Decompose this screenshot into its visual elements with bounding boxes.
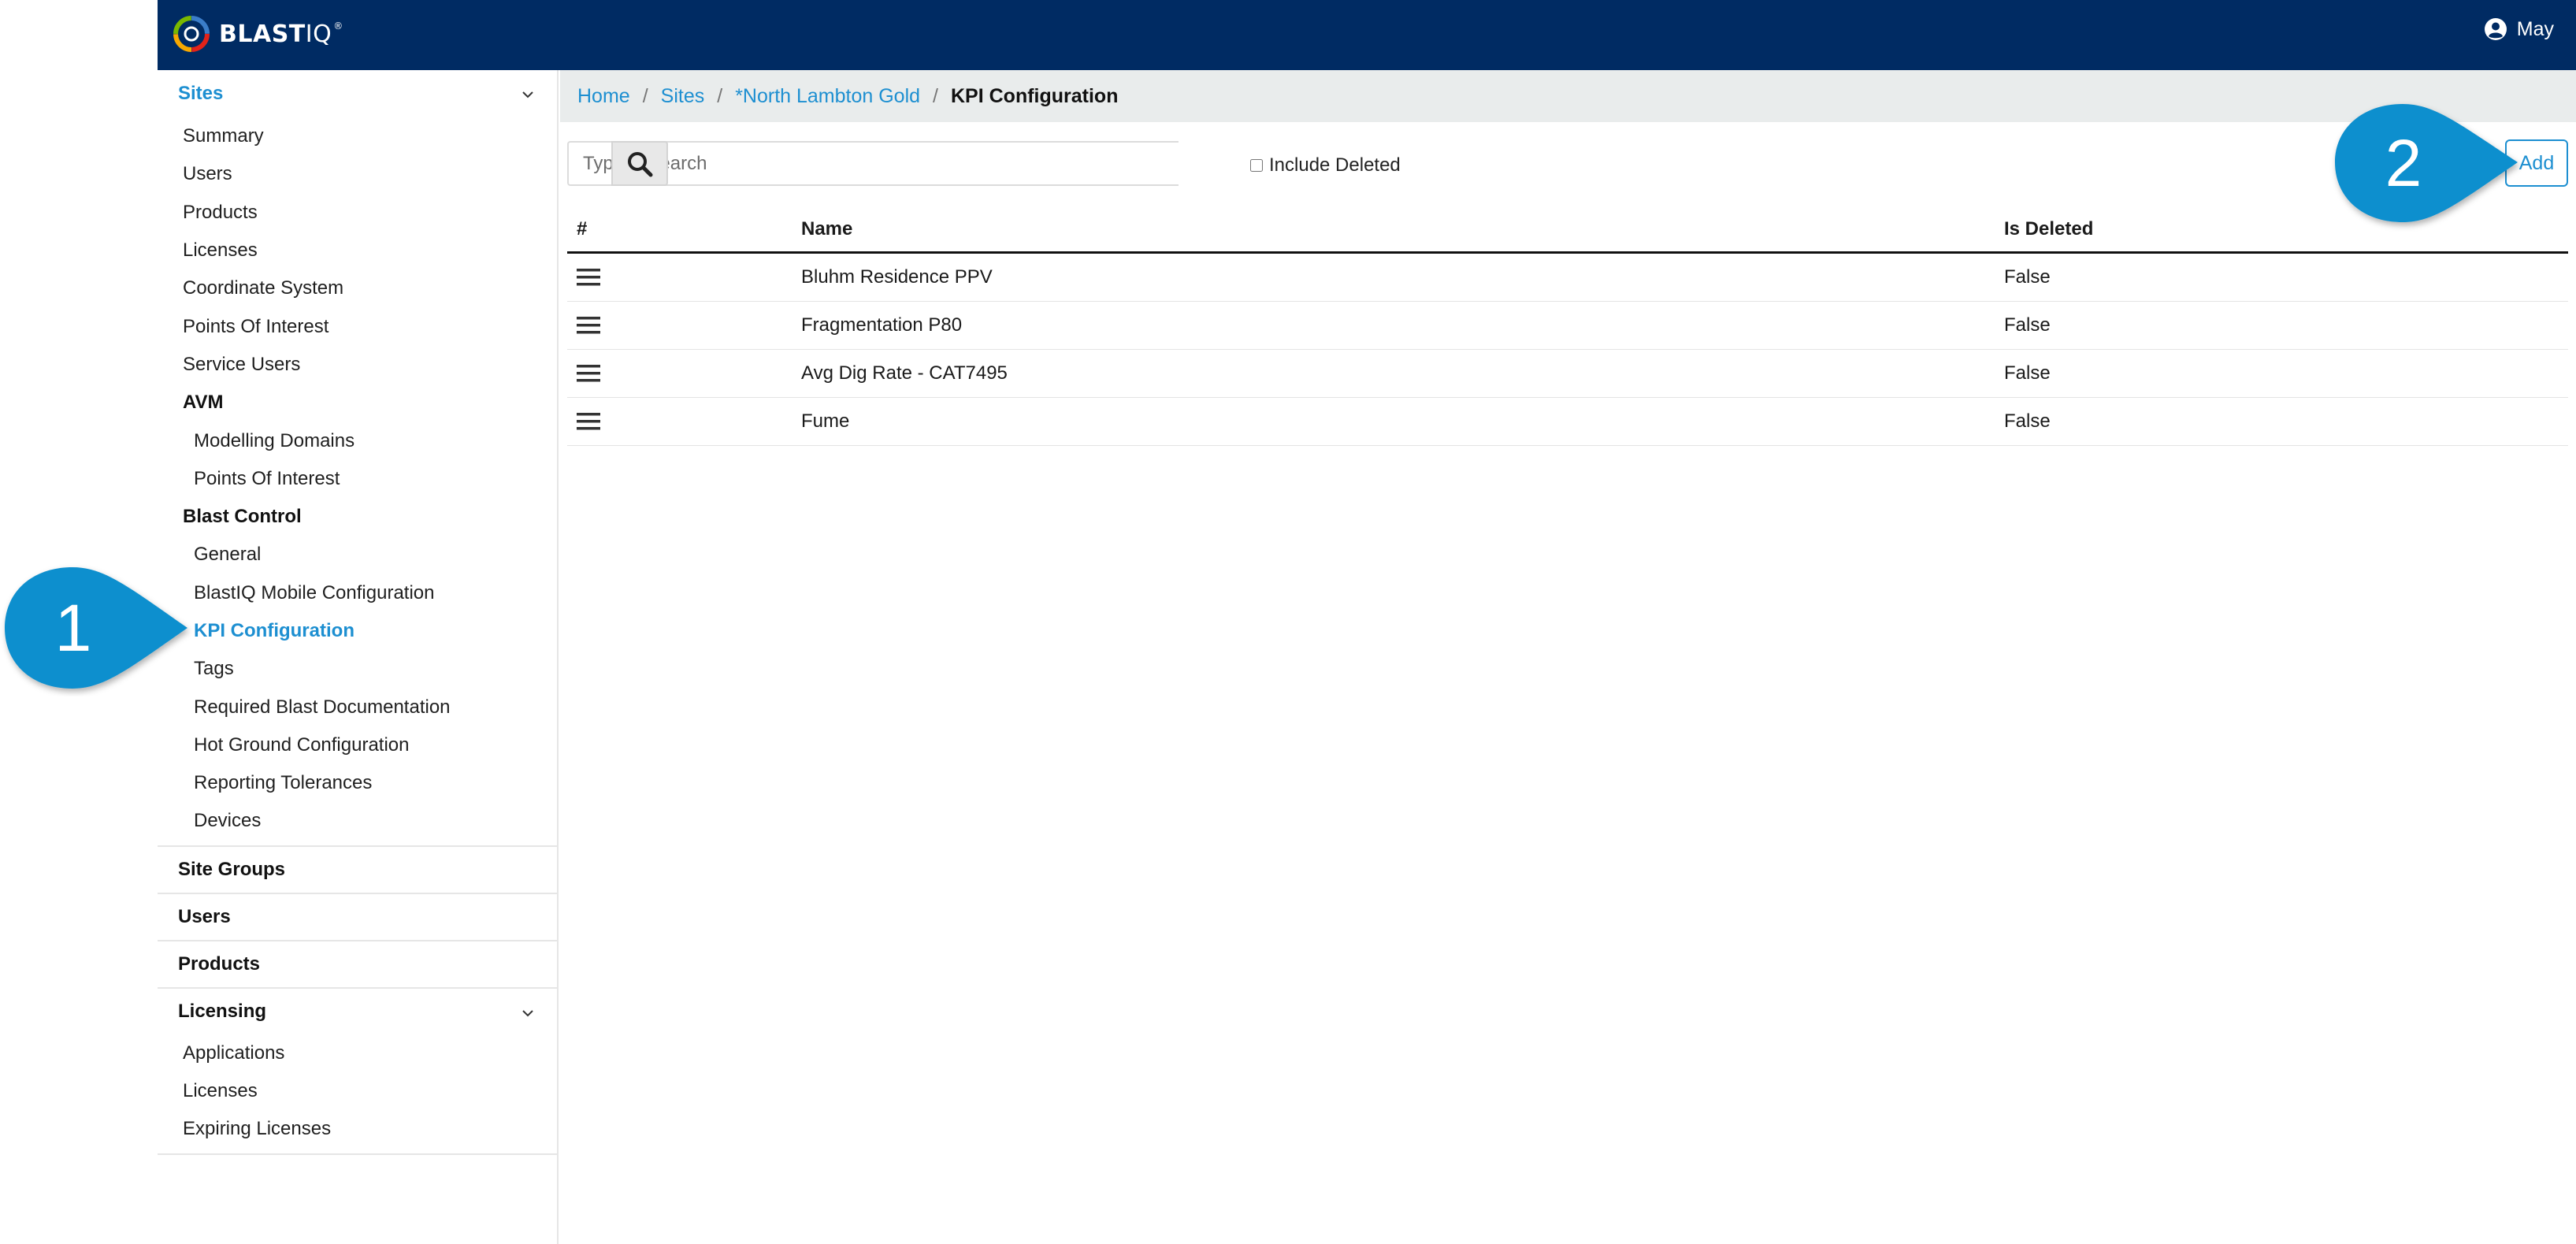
chevron-down-icon[interactable] (521, 87, 535, 102)
sidebar-item-avm-points-of-interest[interactable]: Points Of Interest (158, 460, 557, 498)
breadcrumb-site[interactable]: *North Lambton Gold (735, 85, 920, 108)
menu-icon[interactable] (577, 316, 600, 335)
row-name: Fragmentation P80 (801, 314, 963, 336)
column-header-name[interactable]: Name (801, 218, 2004, 240)
sidebar-item-hot-ground-configuration[interactable]: Hot Ground Configuration (158, 726, 557, 764)
blastiq-logo-icon (173, 16, 210, 52)
sidebar-item-blastiq-mobile-configuration[interactable]: BlastIQ Mobile Configuration (158, 574, 557, 612)
sidebar-item-required-blast-documentation[interactable]: Required Blast Documentation (158, 688, 557, 726)
sidebar-item-reporting-tolerances[interactable]: Reporting Tolerances (158, 764, 557, 802)
sidebar: Sites Summary Users Products Licenses Co… (158, 70, 559, 1244)
row-is-deleted: False (2004, 362, 2051, 384)
sidebar-item-summary[interactable]: Summary (158, 117, 557, 155)
column-header-index[interactable]: # (567, 218, 801, 240)
menu-icon[interactable] (577, 364, 600, 383)
sidebar-section-label: Licensing (178, 1000, 267, 1022)
table-row[interactable]: Avg Dig Rate - CAT7495 False (567, 350, 2568, 398)
row-name: Avg Dig Rate - CAT7495 (801, 362, 1008, 384)
callout-marker-2: 2 (2335, 104, 2518, 222)
sidebar-item-points-of-interest[interactable]: Points Of Interest (158, 307, 557, 345)
breadcrumb-current: KPI Configuration (951, 84, 1119, 107)
user-menu[interactable]: May (2484, 17, 2554, 41)
sidebar-item-tags[interactable]: Tags (158, 650, 557, 688)
sidebar-item-products[interactable]: Products (158, 194, 557, 232)
callout-marker-1: 1 (5, 567, 187, 689)
sidebar-section-site-groups[interactable]: Site Groups (158, 845, 557, 893)
sidebar-group-avm: AVM (183, 392, 224, 414)
sidebar-item-modelling-domains[interactable]: Modelling Domains (158, 421, 557, 459)
user-circle-icon (2484, 18, 2507, 40)
row-name: Fume (801, 410, 850, 432)
search-icon (628, 151, 653, 176)
callout-number: 1 (55, 591, 92, 665)
menu-icon[interactable] (577, 412, 600, 431)
table-row[interactable]: Bluhm Residence PPV False (567, 254, 2568, 302)
row-is-deleted: False (2004, 410, 2051, 432)
breadcrumb-separator: / (642, 84, 648, 107)
sidebar-item-coordinate-system[interactable]: Coordinate System (158, 269, 557, 307)
sidebar-section-label: Products (178, 952, 261, 975)
breadcrumb-separator: / (717, 84, 723, 107)
sidebar-item-licenses[interactable]: Licenses (158, 232, 557, 269)
table-header: # Name Is Deleted (567, 206, 2568, 254)
sidebar-item-general[interactable]: General (158, 536, 557, 574)
chevron-down-icon[interactable] (521, 1006, 535, 1020)
table-row[interactable]: Fragmentation P80 False (567, 302, 2568, 350)
table-row[interactable]: Fume False (567, 398, 2568, 446)
logo-text: BLASTIQ ® (219, 20, 343, 48)
sidebar-licensing-items: Applications Licenses Expiring Licenses (158, 1034, 557, 1155)
sidebar-section-label: Users (178, 905, 231, 927)
blastiq-logo[interactable]: BLASTIQ ® (172, 12, 343, 56)
sidebar-section-users[interactable]: Users (158, 892, 557, 940)
sidebar-sites-items: Summary Users Products Licenses Coordina… (158, 117, 557, 845)
kpi-table: # Name Is Deleted Bluhm Residence PPV Fa… (567, 206, 2568, 446)
top-navbar: BLASTIQ ® May (158, 0, 2576, 70)
sidebar-section-sites[interactable]: Sites (158, 70, 557, 117)
row-is-deleted: False (2004, 314, 2051, 336)
sidebar-item-expiring-licenses[interactable]: Expiring Licenses (158, 1110, 557, 1148)
include-deleted-label: Include Deleted (1269, 154, 1401, 176)
user-name: May (2516, 17, 2554, 40)
include-deleted-toggle[interactable]: Include Deleted (1250, 154, 1401, 176)
sidebar-section-licensing[interactable]: Licensing (158, 986, 557, 1034)
sidebar-item-devices[interactable]: Devices (158, 802, 557, 840)
sidebar-item-applications[interactable]: Applications (158, 1034, 557, 1072)
callout-number: 2 (2385, 126, 2422, 200)
breadcrumb-sites[interactable]: Sites (661, 85, 705, 108)
sidebar-item-service-users[interactable]: Service Users (158, 346, 557, 384)
sidebar-section-label: Sites (178, 83, 224, 104)
row-is-deleted: False (2004, 266, 2051, 288)
sidebar-item-users[interactable]: Users (158, 155, 557, 193)
include-deleted-checkbox[interactable] (1250, 159, 1263, 172)
sidebar-group-blast-control: Blast Control (183, 506, 302, 528)
sidebar-item-kpi-configuration[interactable]: KPI Configuration (158, 612, 557, 650)
sidebar-section-products[interactable]: Products (158, 939, 557, 987)
sidebar-section-label: Site Groups (178, 858, 286, 880)
menu-icon[interactable] (577, 268, 600, 287)
breadcrumb-home[interactable]: Home (577, 85, 630, 108)
breadcrumb-separator: / (933, 84, 938, 107)
breadcrumb: Home / Sites / *North Lambton Gold / KPI… (560, 70, 2576, 122)
search-button[interactable] (611, 141, 668, 186)
row-name: Bluhm Residence PPV (801, 266, 993, 288)
sidebar-item-licensing-licenses[interactable]: Licenses (158, 1072, 557, 1110)
